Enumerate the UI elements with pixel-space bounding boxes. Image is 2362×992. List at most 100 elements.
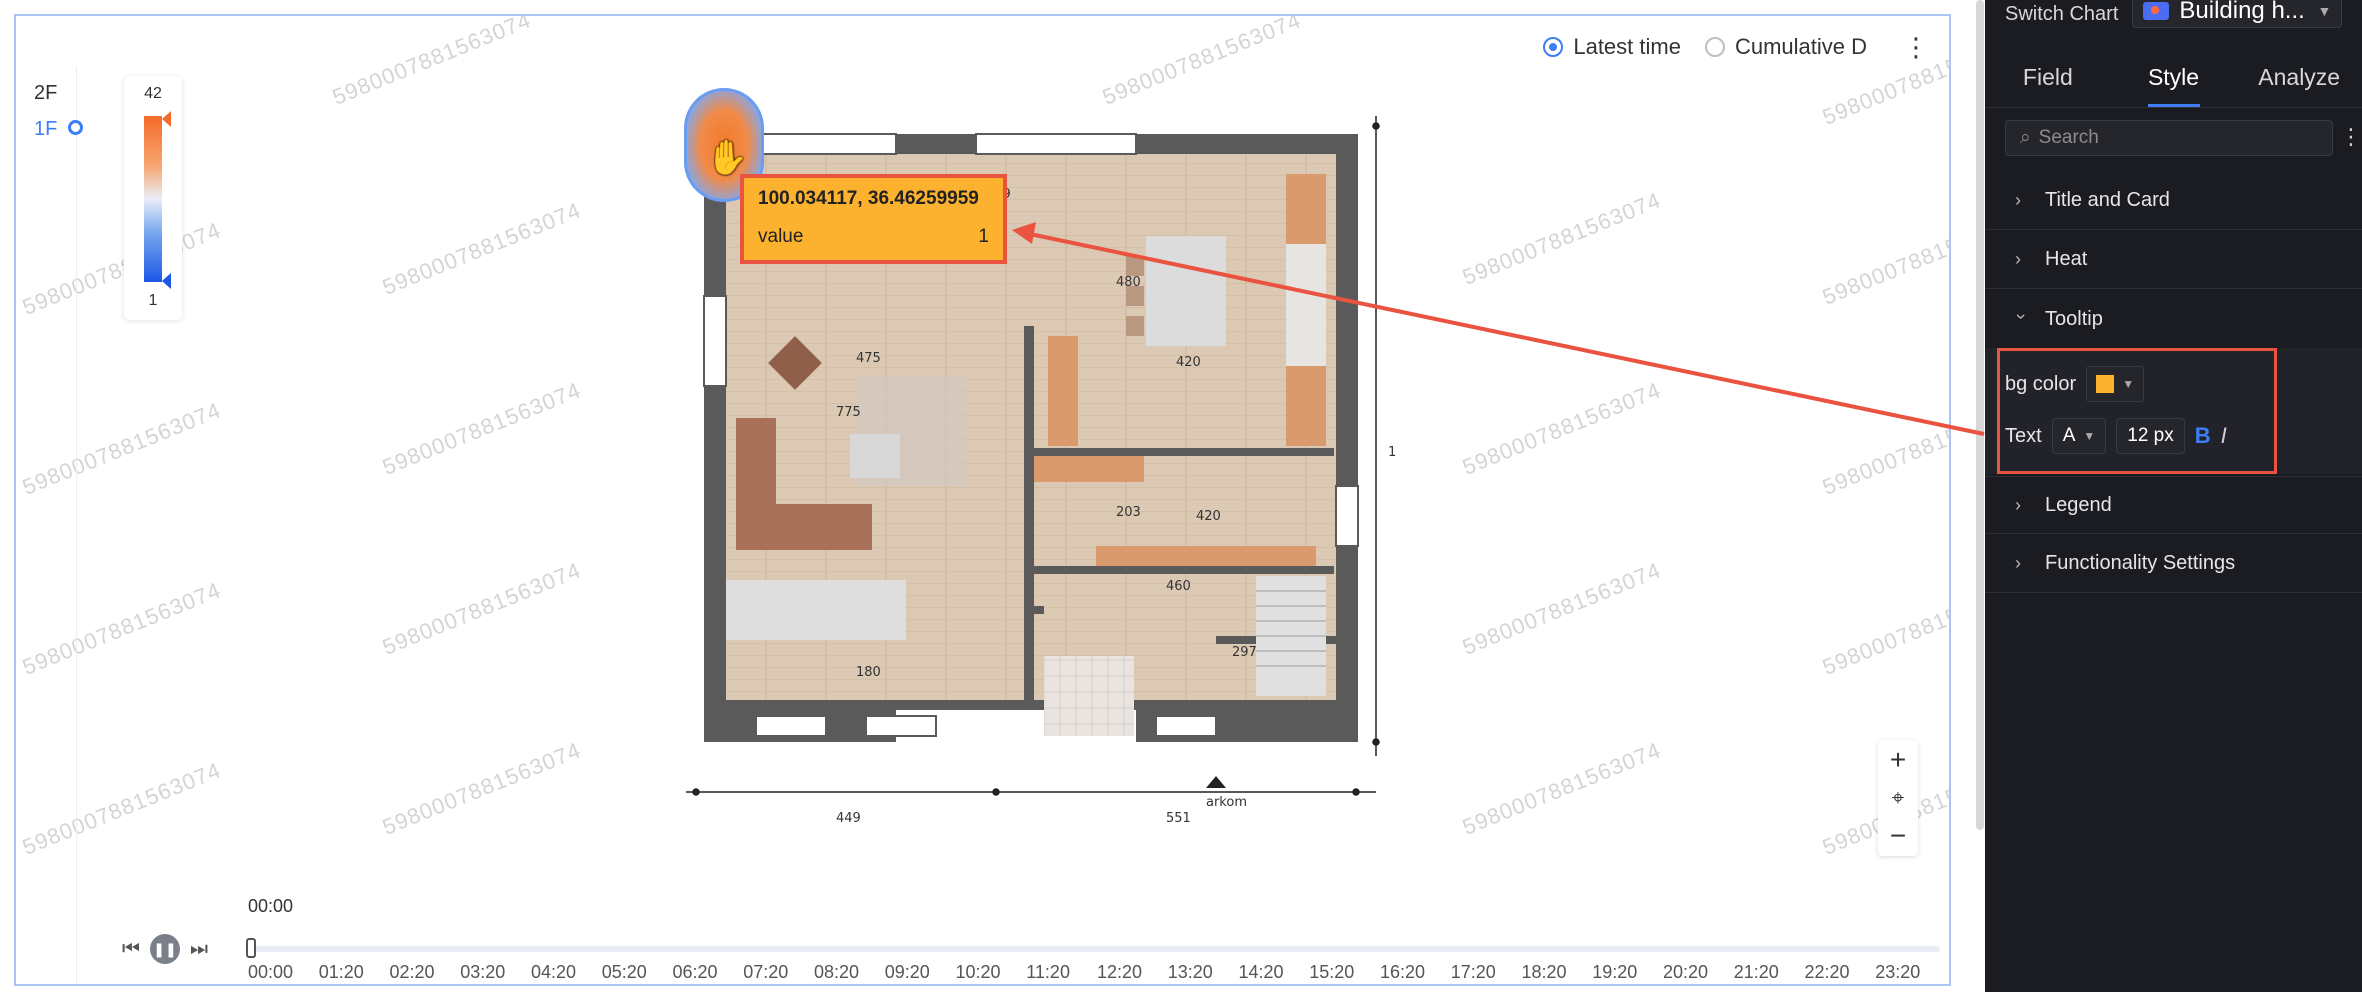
section-heat[interactable]: › Heat [1985,231,2362,289]
panel-tabs: Field Style Analyze [1985,50,2362,108]
watermark: 5980007881563074 [18,577,225,680]
cumulative-label[interactable]: Cumulative D [1735,34,1867,60]
watermark: 5980007881563074 [1098,14,1305,110]
timeline-tick: 19:20 [1592,962,1638,982]
search-input[interactable]: ⌕ Search [2005,120,2333,156]
legend-gradient [144,116,162,282]
watermark: 5980007881563074 [378,377,585,480]
timeline-current-time: 00:00 [248,896,294,916]
search-placeholder: Search [2038,127,2099,148]
current-floor-dot [68,120,83,135]
more-options-icon[interactable]: ⋮ [2340,124,2362,150]
time-mode-bar: Latest time Cumulative D ⋮ [1543,34,1929,60]
style-panel: Switch Chart Building h... ▼ Field Style… [1985,0,2362,992]
arkom-logo: arkom [1206,795,1247,810]
chevron-right-icon: › [2015,553,2021,573]
legend-max-label: 42 [144,85,162,102]
dim-449: 449 [836,811,861,826]
map-tools: + ⌖ − [1878,740,1918,856]
watermark: 5980007881563074 [1458,737,1665,840]
floor-1f[interactable]: 1F [34,118,57,141]
watermark: 5980007881563074 [18,397,225,500]
watermark: 5980007881563074 [1818,577,1951,680]
zoom-out-icon[interactable]: − [1890,820,1906,852]
timeline-tick: 06:20 [672,962,718,982]
section-functionality-label: Functionality Settings [2045,552,2236,574]
dim-460: 460 [1166,579,1191,594]
more-options-icon[interactable]: ⋮ [1903,34,1929,60]
playback-controls: ⏮ ❚❚ ⏭ [122,934,208,964]
timeline-tick: 21:20 [1733,962,1779,982]
app-root: 5980007881563074 5980007881563074 598000… [0,0,2362,992]
latest-time-label[interactable]: Latest time [1573,34,1681,60]
annotation-box [1997,348,2277,474]
section-title-card[interactable]: › Title and Card [1985,172,2362,230]
floor-track [76,66,77,984]
watermark: 5980007881563074 [378,737,585,840]
chevron-down-icon: › [2011,313,2032,319]
timeline-tick: 22:20 [1804,962,1850,982]
timeline-tick: 02:20 [389,962,435,982]
dim-551: 551 [1166,811,1191,826]
timeline-tick: 13:20 [1167,962,1213,982]
chevron-right-icon: › [2015,190,2021,210]
watermark: 5980007881563074 [1818,397,1951,500]
latest-time-radio[interactable] [1543,37,1564,57]
timeline-tick: 09:20 [884,962,930,982]
section-tooltip-label: Tooltip [2045,307,2103,330]
tab-field[interactable]: Field [1985,50,2111,107]
canvas-scrollbar[interactable] [1976,0,1984,830]
tooltip-coordinates: 100.034117, 36.46259959 [758,188,979,209]
timeline-tick: 01:20 [318,962,364,982]
timeline-tick: 16:20 [1380,962,1426,982]
timeline-tick: 07:20 [743,962,789,982]
legend-min-handle[interactable] [162,273,171,289]
tooltip-value-label: value [758,226,804,247]
timeline-tick: 05:20 [601,962,647,982]
pause-icon[interactable]: ❚❚ [150,934,180,964]
timeline-tick: 00:00 [248,962,294,982]
skip-forward-icon[interactable]: ⏭ [190,938,208,961]
chevron-right-icon: › [2015,494,2021,515]
watermark: 5980007881563074 [1458,557,1665,660]
section-legend[interactable]: › Legend [1985,476,2362,534]
timeline-tick: 12:20 [1097,962,1143,982]
tab-style[interactable]: Style [2111,50,2237,107]
section-heat-label: Heat [2045,248,2088,270]
timeline-tick: 15:20 [1309,962,1355,982]
timeline-tick: 23:20 [1875,962,1921,982]
chevron-down-icon: ▼ [2317,3,2332,19]
tab-analyze[interactable]: Analyze [2236,50,2362,107]
watermark: 5980007881563074 [1458,377,1665,480]
watermark: 5980007881563074 [18,757,225,860]
switch-chart-row: Switch Chart Building h... ▼ [2005,0,2343,28]
dim-475: 475 [856,351,881,366]
search-icon: ⌕ [2020,127,2031,148]
timeline-tick: 14:20 [1238,962,1284,982]
legend-max-handle[interactable] [162,111,171,127]
dim-203: 203 [1116,505,1141,520]
locate-icon[interactable]: ⌖ [1892,785,1904,811]
dim-420b: 420 [1196,509,1221,524]
skip-back-icon[interactable]: ⏮ [122,938,140,961]
timeline-tick: 18:20 [1521,962,1567,982]
section-tooltip[interactable]: › Tooltip [1985,290,2362,348]
watermark: 5980007881563074 [1818,207,1951,310]
timeline-track[interactable] [250,946,1940,952]
dim-420a: 420 [1176,355,1201,370]
timeline: 00:00 ⏮ ❚❚ ⏭ 00:00 01:20 02:20 03:20 04:20 05… [122,896,1949,984]
timeline-tick: 03:20 [460,962,506,982]
dim-180: 180 [856,665,881,680]
timeline-handle[interactable] [246,938,256,958]
section-functionality[interactable]: › Functionality Settings [1985,535,2362,593]
chart-type-select[interactable]: Building h... ▼ [2132,0,2343,28]
floor-2f[interactable]: 2F [34,82,57,105]
timeline-tick: 04:20 [531,962,577,982]
switch-chart-label: Switch Chart [2005,2,2119,25]
watermark: 5980007881563074 [1458,187,1665,290]
cumulative-radio[interactable] [1704,37,1725,57]
building-heatmap-icon [2143,2,2170,20]
section-legend-label: Legend [2045,493,2112,516]
chart-type-name: Building h... [2179,0,2305,24]
zoom-in-icon[interactable]: + [1890,744,1906,776]
